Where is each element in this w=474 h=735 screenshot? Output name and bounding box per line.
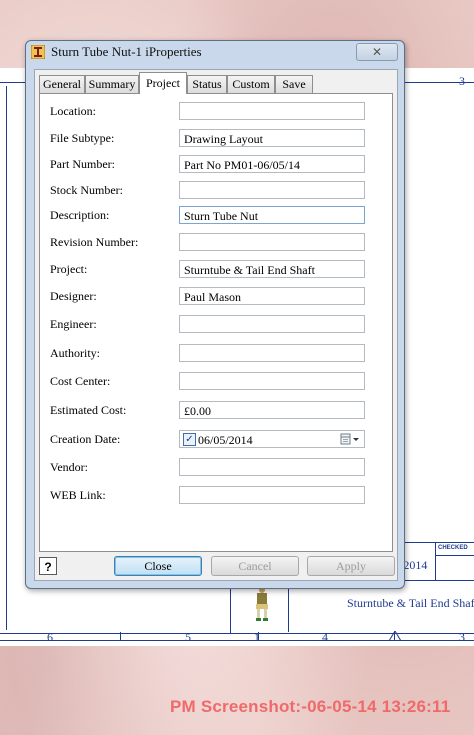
close-window-button[interactable]: ✕ bbox=[356, 43, 398, 61]
location-label: Location: bbox=[50, 104, 96, 118]
creation-date-checkbox[interactable]: ✓ bbox=[183, 433, 196, 446]
dialog-title: Sturn Tube Nut-1 iProperties bbox=[51, 44, 202, 59]
iproperties-dialog: Sturn Tube Nut-1 iProperties ✕ General S… bbox=[25, 40, 405, 589]
zone-tick bbox=[258, 632, 259, 640]
web-link-label: WEB Link: bbox=[50, 488, 106, 502]
revision-number-label: Revision Number: bbox=[50, 235, 139, 249]
creation-date-value: 06/05/2014 bbox=[198, 433, 253, 447]
help-icon: ? bbox=[44, 560, 52, 574]
estimated-cost-field[interactable]: £0.00 bbox=[179, 401, 365, 419]
project-label: Project: bbox=[50, 262, 88, 276]
engineer-field[interactable] bbox=[179, 315, 365, 333]
designer-label: Designer: bbox=[50, 289, 97, 303]
file-subtype-field[interactable]: Drawing Layout bbox=[179, 129, 365, 147]
location-field[interactable] bbox=[179, 102, 365, 120]
engineer-label: Engineer: bbox=[50, 317, 97, 331]
close-icon: ✕ bbox=[371, 45, 383, 59]
tab-project[interactable]: Project bbox=[139, 72, 187, 94]
zone-label: 6 bbox=[47, 630, 53, 644]
dialog-button-bar: ? Close Cancel Apply bbox=[35, 554, 397, 580]
cost-center-field[interactable] bbox=[179, 372, 365, 390]
description-field[interactable]: Sturn Tube Nut bbox=[179, 206, 365, 224]
project-tab-panel: Location: File Subtype: Drawing Layout P… bbox=[39, 93, 393, 552]
stock-number-label: Stock Number: bbox=[50, 183, 123, 197]
creation-date-label: Creation Date: bbox=[50, 432, 121, 446]
dialog-client-area: General Summary Project Status Custom Sa… bbox=[34, 69, 398, 581]
apply-button[interactable]: Apply bbox=[307, 556, 395, 576]
file-subtype-label: File Subtype: bbox=[50, 131, 115, 145]
zone-label: 5 bbox=[185, 630, 191, 644]
estimated-cost-label: Estimated Cost: bbox=[50, 403, 127, 417]
cancel-button[interactable]: Cancel bbox=[211, 556, 299, 576]
stock-number-field[interactable] bbox=[179, 181, 365, 199]
title-block-divider bbox=[435, 555, 474, 556]
authority-field[interactable] bbox=[179, 344, 365, 362]
zone-tick bbox=[120, 632, 121, 640]
logo-figure-icon bbox=[256, 587, 268, 621]
web-link-field[interactable] bbox=[179, 486, 365, 504]
authority-label: Authority: bbox=[50, 346, 100, 360]
close-button[interactable]: Close bbox=[114, 556, 202, 576]
revision-number-field[interactable] bbox=[179, 233, 365, 251]
checked-label: CHECKED bbox=[438, 545, 468, 551]
dialog-titlebar[interactable]: Sturn Tube Nut-1 iProperties ✕ bbox=[26, 41, 404, 63]
vendor-label: Vendor: bbox=[50, 460, 88, 474]
help-button[interactable]: ? bbox=[39, 557, 57, 575]
designer-field[interactable]: Paul Mason bbox=[179, 287, 365, 305]
zone-label: 3 bbox=[459, 74, 465, 88]
tab-status[interactable]: Status bbox=[187, 75, 227, 93]
tab-save[interactable]: Save bbox=[275, 75, 313, 93]
calendar-dropdown-icon[interactable] bbox=[340, 433, 360, 445]
project-field[interactable]: Sturntube & Tail End Shaft bbox=[179, 260, 365, 278]
part-number-field[interactable]: Part No PM01-06/05/14 bbox=[179, 155, 365, 173]
sheet-edge-line bbox=[0, 640, 474, 641]
tab-custom[interactable]: Custom bbox=[227, 75, 275, 93]
part-number-label: Part Number: bbox=[50, 157, 115, 171]
tab-general[interactable]: General bbox=[39, 75, 85, 93]
vendor-field[interactable] bbox=[179, 458, 365, 476]
tab-summary[interactable]: Summary bbox=[85, 75, 139, 93]
screenshot-timestamp: PM Screenshot:-06-05-14 13:26:11 bbox=[170, 697, 451, 716]
creation-date-picker[interactable]: ✓ 06/05/2014 bbox=[179, 430, 365, 448]
description-label: Description: bbox=[50, 208, 110, 222]
title-block-project: Sturntube & Tail End Shaft bbox=[347, 596, 474, 610]
title-block-divider bbox=[435, 542, 436, 580]
inventor-app-icon bbox=[31, 45, 45, 59]
cost-center-label: Cost Center: bbox=[50, 374, 111, 388]
